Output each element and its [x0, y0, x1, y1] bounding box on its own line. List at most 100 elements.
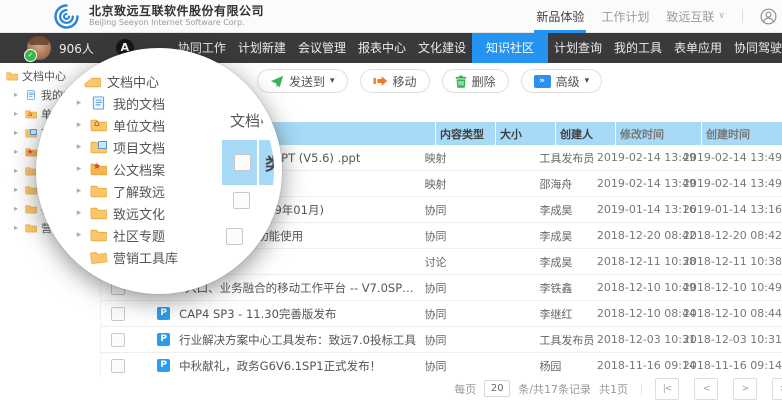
tree-item-doc-center[interactable]: 文档中心	[74, 70, 178, 92]
send-to-button[interactable]: 发送到 ▾	[257, 69, 348, 93]
tree-item-project-docs[interactable]: ▸ 项目文档	[74, 136, 178, 158]
tree-item-label: 营销工具库	[113, 248, 178, 267]
tab-meeting[interactable]: 会议管理	[292, 33, 352, 63]
doc-created: 2018-12-20 08:42	[679, 229, 782, 242]
header-link-seeyon-group[interactable]: 致远互联 ∨	[666, 8, 725, 25]
first-page-button[interactable]: |<	[655, 378, 679, 400]
doc-name-link[interactable]: 中秋献礼，政务G6V6.1SP1正式发布！	[179, 358, 381, 374]
tree-item-unit-docs[interactable]: ▸ ⌂ 单位文档	[74, 114, 178, 136]
folder-icon	[25, 204, 37, 214]
tab-plan-query[interactable]: 计划查询	[548, 33, 608, 63]
header-link-seeyon[interactable]: 致远互联	[666, 8, 714, 25]
expand-arrow-icon[interactable]: ▸	[14, 223, 21, 232]
doc-creator: 李继红	[535, 306, 592, 322]
expand-arrow-icon[interactable]: ▸	[14, 109, 21, 118]
doc-type: 映射	[421, 150, 478, 166]
tab-knowledge-community[interactable]: 知识社区	[472, 33, 548, 63]
tree-item-seeyon-culture[interactable]: ▸ 致远文化	[74, 202, 178, 224]
doc-created: 2018-12-03 10:31	[679, 333, 782, 346]
doc-type: 协同	[421, 332, 478, 348]
tab-report-center[interactable]: 报表中心	[352, 33, 412, 63]
tree-item-official-archive[interactable]: ▸ ★ 公文档案	[74, 158, 178, 180]
company-name: 北京致远互联软件股份有限公司 BeiJing Seeyon Internet S…	[89, 5, 264, 28]
document-icon	[25, 90, 37, 100]
last-page-button[interactable]: >|	[772, 378, 782, 400]
header-divider	[742, 9, 743, 23]
doc-creator: 李铁鑫	[535, 280, 592, 296]
doc-name-link[interactable]: PT (V5.6) .ppt	[281, 151, 360, 165]
tree-item-my-docs[interactable]: ▸ 我的文档	[74, 92, 178, 114]
doc-created: 2018-12-10 08:44	[679, 307, 782, 320]
tree-item-marketing-tools[interactable]: 营销工具库	[74, 246, 178, 268]
expand-arrow-icon[interactable]: ▸	[14, 166, 21, 175]
col-header-size: 大小	[495, 122, 555, 145]
checkbox[interactable]	[111, 307, 125, 321]
tree-item-about-seeyon[interactable]: ▸ 了解致远	[74, 180, 178, 202]
expand-arrow-icon[interactable]: ▸	[14, 204, 21, 213]
advanced-button[interactable]: » 高级 ▾	[521, 69, 603, 93]
person-icon[interactable]	[760, 8, 777, 25]
doc-creator: 工具发布员...	[535, 332, 592, 348]
move-label: 移动	[393, 73, 417, 90]
user-avatar[interactable]: ✓	[27, 36, 51, 60]
tab-plan-new[interactable]: 计划新建	[232, 33, 292, 63]
doc-creator: 邵海舟	[535, 176, 592, 192]
caret-down-icon: ▾	[585, 76, 590, 86]
tab-cockpit[interactable]: 协同驾驶舱	[728, 33, 782, 63]
member-count: 906人	[59, 40, 94, 57]
doc-name-link[interactable]: 入口、业务融合的移动工作平台 -- V7.0SP3正式发布	[185, 280, 420, 296]
doc-creator: 李成昊	[535, 202, 592, 218]
next-page-button[interactable]: >	[733, 378, 757, 400]
doc-creator: 工具发布员...	[535, 150, 592, 166]
tree-item-community-topics[interactable]: ▸ 社区专题	[74, 224, 178, 246]
expand-arrow-icon[interactable]: ▸	[74, 208, 84, 218]
expand-arrow-icon[interactable]: ▸	[74, 142, 84, 152]
delete-button[interactable]: 删除	[442, 69, 509, 93]
expand-arrow-icon[interactable]: ▸	[14, 147, 21, 156]
magnified-table-header: 类	[222, 140, 282, 185]
header-links: 新品体验 工作计划 致远互联 ∨	[536, 0, 782, 32]
pagination-bar: 每页 20 条/共17条记录 共1页 |< < > >|	[0, 377, 782, 400]
expand-arrow-icon[interactable]: ▸	[74, 98, 84, 108]
checkbox[interactable]	[111, 333, 125, 347]
doc-creator: 杨园	[535, 358, 592, 374]
tab-culture[interactable]: 文化建设	[412, 33, 472, 63]
app-header: 北京致远互联软件股份有限公司 BeiJing Seeyon Internet S…	[0, 0, 782, 33]
expand-arrow-icon[interactable]: ▸	[14, 90, 21, 99]
tab-my-tools[interactable]: 我的工具	[608, 33, 668, 63]
prev-page-button[interactable]: <	[694, 378, 718, 400]
expand-arrow-icon[interactable]: ▸	[74, 164, 84, 174]
expand-arrow-icon[interactable]: ▸	[74, 230, 84, 240]
move-icon	[373, 75, 388, 87]
expand-arrow-icon[interactable]: ▸	[74, 186, 84, 196]
doc-type: 协同	[421, 306, 478, 322]
checkbox[interactable]	[111, 359, 125, 373]
doc-modified: 2018-12-03 10:31	[593, 333, 679, 346]
table-row[interactable]: P行业解决方案中心工具发布：致远7.0投标工具 协同 工具发布员... 2018…	[101, 327, 782, 353]
doc-created: 2018-12-10 10:49	[679, 281, 782, 294]
caret-down-icon: ▾	[330, 76, 335, 86]
table-row[interactable]: P中秋献礼，政务G6V6.1SP1正式发布！ 协同 杨园 2018-11-16 …	[101, 353, 782, 378]
doc-created: 2018-11-16 09:14	[679, 359, 782, 372]
doc-name-link[interactable]: 行业解决方案中心工具发布：致远7.0投标工具	[179, 332, 416, 348]
doc-name-link[interactable]: CAP4 SP3 - 11.30完善版发布	[179, 306, 336, 322]
tab-form-app[interactable]: 表单应用	[668, 33, 728, 63]
table-row[interactable]: PCAP4 SP3 - 11.30完善版发布 协同 李继红 2018-12-10…	[101, 301, 782, 327]
expand-arrow-icon[interactable]: ▸	[14, 185, 21, 194]
expand-arrow-icon[interactable]: ▸	[74, 120, 84, 130]
document-icon	[90, 96, 107, 111]
doc-creator: 李成昊	[535, 254, 592, 270]
per-page-input[interactable]: 20	[484, 380, 510, 397]
expand-arrow-icon[interactable]: ▸	[14, 128, 21, 137]
cloud-upload-icon	[227, 64, 259, 92]
folder-open-icon	[25, 223, 37, 233]
doc-created: 2018-12-11 10:38	[679, 255, 782, 268]
header-link-new-experience[interactable]: 新品体验	[536, 8, 584, 25]
folder-icon	[90, 228, 107, 243]
move-button[interactable]: 移动	[360, 69, 430, 93]
tree-item-label: 项目文档	[113, 138, 165, 157]
header-link-work-plan[interactable]: 工作计划	[601, 8, 649, 25]
doc-modified: 2018-12-11 10:38	[593, 255, 679, 268]
doc-modified: 2018-12-20 08:42	[593, 229, 679, 242]
doc-type: 映射	[421, 176, 478, 192]
